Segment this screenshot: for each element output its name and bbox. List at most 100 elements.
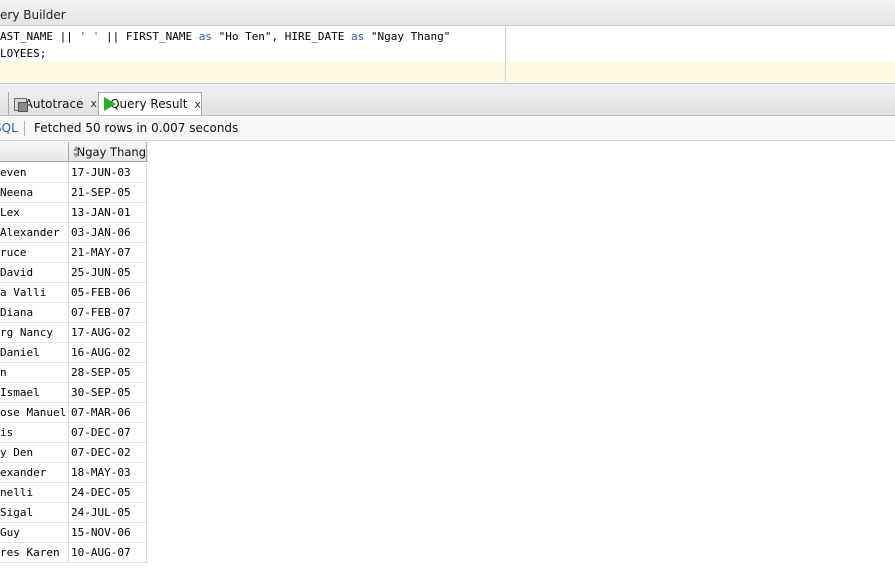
cell-ho-ten[interactable]: even xyxy=(0,163,69,183)
result-tab-bar: Autotrace x Query Result x xyxy=(0,90,895,116)
sql-link[interactable]: SQL xyxy=(0,121,18,135)
cell-ho-ten[interactable]: y Den xyxy=(0,443,69,463)
cell-ho-ten-text: Ismael xyxy=(0,386,40,399)
editor-token: AST_NAME || xyxy=(0,30,80,43)
cell-ho-ten[interactable]: res Karen xyxy=(0,543,69,563)
editor-token: || FIRST_NAME xyxy=(99,30,199,43)
table-row[interactable]: even 17-JUN-03 xyxy=(0,163,148,183)
cell-ngay-thang[interactable]: 17-JUN-03 xyxy=(69,163,147,183)
cell-ngay-thang[interactable]: 15-NOV-06 xyxy=(69,523,147,543)
grid-rows: even 17-JUN-03 Neena 21-SEP-05 Lex 13-JAN-0… xyxy=(0,163,148,563)
cell-ho-ten-text: Neena xyxy=(0,186,34,199)
cell-ho-ten[interactable]: Diana xyxy=(0,303,69,323)
table-row[interactable]: is 07-DEC-07 xyxy=(0,423,148,443)
cell-ho-ten[interactable]: Sigal xyxy=(0,503,69,523)
table-row[interactable]: Guy 15-NOV-06 xyxy=(0,523,148,543)
cell-ngay-thang[interactable]: 07-DEC-02 xyxy=(69,443,147,463)
cell-ngay-thang[interactable]: 24-DEC-05 xyxy=(69,483,147,503)
table-row[interactable]: res Karen 10-AUG-07 xyxy=(0,543,148,563)
column-header-label: Ngay Thang xyxy=(76,145,146,159)
cell-ngay-thang[interactable]: 03-JAN-06 xyxy=(69,223,147,243)
current-line-highlight xyxy=(0,62,895,82)
table-row[interactable]: y Den 07-DEC-02 xyxy=(0,443,148,463)
table-row[interactable]: Ismael 30-SEP-05 xyxy=(0,383,148,403)
run-icon xyxy=(102,96,117,112)
previous-tab-stub[interactable] xyxy=(0,92,9,115)
cell-ho-ten-text: Diana xyxy=(0,306,34,319)
cell-ho-ten-text: Daniel xyxy=(0,346,40,359)
table-row[interactable]: Lex 13-JAN-01 xyxy=(0,203,148,223)
cell-ho-ten[interactable]: David xyxy=(0,263,69,283)
editor-line-2[interactable]: LOYEES; xyxy=(0,45,505,62)
column-header-ho-ten[interactable] xyxy=(0,142,69,162)
cell-ngay-thang[interactable]: 17-AUG-02 xyxy=(69,323,147,343)
cell-ho-ten[interactable]: Daniel xyxy=(0,343,69,363)
cell-ngay-thang[interactable]: 07-DEC-07 xyxy=(69,423,147,443)
cell-ngay-thang[interactable]: 10-AUG-07 xyxy=(69,543,147,563)
cell-ho-ten[interactable]: a Valli xyxy=(0,283,69,303)
cell-ngay-thang[interactable]: 05-FEB-06 xyxy=(69,283,147,303)
table-row[interactable]: nelli 24-DEC-05 xyxy=(0,483,148,503)
cell-ho-ten[interactable]: rg Nancy xyxy=(0,323,69,343)
editor-token: as xyxy=(198,30,212,43)
autotrace-icon xyxy=(12,96,28,112)
cell-ho-ten[interactable]: is xyxy=(0,423,69,443)
table-row[interactable]: n 28-SEP-05 xyxy=(0,363,148,383)
cell-ho-ten[interactable]: Guy xyxy=(0,523,69,543)
cell-ngay-thang[interactable]: 16-AUG-02 xyxy=(69,343,147,363)
cell-ho-ten-text: ose Manuel xyxy=(0,406,67,419)
table-row[interactable]: Diana 07-FEB-07 xyxy=(0,303,148,323)
table-row[interactable]: David 25-JUN-05 xyxy=(0,263,148,283)
cell-ho-ten[interactable]: Neena xyxy=(0,183,69,203)
table-row[interactable]: rg Nancy 17-AUG-02 xyxy=(0,323,148,343)
cell-ho-ten-text: Sigal xyxy=(0,506,34,519)
cell-ngay-thang[interactable]: 18-MAY-03 xyxy=(69,463,147,483)
query-builder-tab[interactable]: ery Builder xyxy=(0,8,66,22)
cell-ho-ten[interactable]: ruce xyxy=(0,243,69,263)
cell-ho-ten-text: n xyxy=(0,366,7,379)
cell-ho-ten[interactable]: ose Manuel xyxy=(0,403,69,423)
cell-ngay-thang[interactable]: 28-SEP-05 xyxy=(69,363,147,383)
editor-token: as xyxy=(351,30,365,43)
cell-ngay-thang[interactable]: 25-JUN-05 xyxy=(69,263,147,283)
cell-ho-ten-text: Lex xyxy=(0,206,20,219)
sort-icon[interactable] xyxy=(72,145,78,159)
tab-query-result-label: Query Result xyxy=(110,97,188,111)
result-status-bar: SQL Fetched 50 rows in 0.007 seconds xyxy=(0,117,895,141)
result-grid[interactable]: Ngay Thang even 17-JUN-03 Neena 21-SEP-05 … xyxy=(0,142,895,568)
cell-ngay-thang[interactable]: 13-JAN-01 xyxy=(69,203,147,223)
cell-ho-ten[interactable]: Alexander xyxy=(0,223,69,243)
table-row[interactable]: Alexander 03-JAN-06 xyxy=(0,223,148,243)
cell-ngay-thang[interactable]: 07-FEB-07 xyxy=(69,303,147,323)
editor-token: "Ho Ten", HIRE_DATE xyxy=(211,30,352,43)
cell-ho-ten[interactable]: nelli xyxy=(0,483,69,503)
table-row[interactable]: exander 18-MAY-03 xyxy=(0,463,148,483)
status-separator xyxy=(24,121,25,136)
cell-ngay-thang[interactable]: 21-MAY-07 xyxy=(69,243,147,263)
close-icon[interactable]: x xyxy=(90,97,97,110)
table-row[interactable]: ruce 21-MAY-07 xyxy=(0,243,148,263)
cell-ngay-thang[interactable]: 30-SEP-05 xyxy=(69,383,147,403)
tab-autotrace[interactable]: Autotrace x xyxy=(9,92,97,115)
close-icon[interactable]: x xyxy=(194,98,201,111)
worksheet-tab-bar: ery Builder xyxy=(0,0,895,26)
sql-editor[interactable]: AST_NAME || ' ' || FIRST_NAME as "Ho Ten… xyxy=(0,26,895,84)
cell-ho-ten[interactable]: n xyxy=(0,363,69,383)
cell-ho-ten[interactable]: Lex xyxy=(0,203,69,223)
cell-ho-ten[interactable]: Ismael xyxy=(0,383,69,403)
cell-ho-ten-text: exander xyxy=(0,466,47,479)
cell-ngay-thang[interactable]: 07-MAR-06 xyxy=(69,403,147,423)
table-row[interactable]: a Valli 05-FEB-06 xyxy=(0,283,148,303)
column-header-ngay-thang[interactable]: Ngay Thang xyxy=(69,142,147,162)
table-row[interactable]: Daniel 16-AUG-02 xyxy=(0,343,148,363)
cell-ho-ten[interactable]: exander xyxy=(0,463,69,483)
tab-query-result[interactable]: Query Result x xyxy=(98,92,202,115)
table-row[interactable]: ose Manuel 07-MAR-06 xyxy=(0,403,148,423)
cell-ngay-thang[interactable]: 24-JUL-05 xyxy=(69,503,147,523)
cell-ho-ten-text: rg Nancy xyxy=(0,326,53,339)
table-row[interactable]: Sigal 24-JUL-05 xyxy=(0,503,148,523)
table-row[interactable]: Neena 21-SEP-05 xyxy=(0,183,148,203)
cell-ho-ten-text: Guy xyxy=(0,526,20,539)
editor-line-1[interactable]: AST_NAME || ' ' || FIRST_NAME as "Ho Ten… xyxy=(0,28,505,45)
cell-ngay-thang[interactable]: 21-SEP-05 xyxy=(69,183,147,203)
